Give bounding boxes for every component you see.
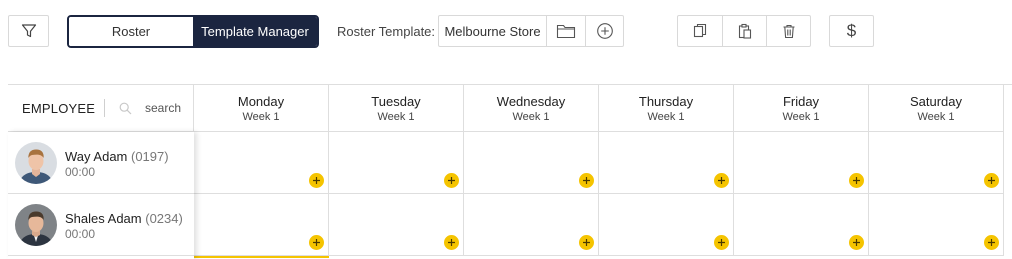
plus-icon xyxy=(988,177,995,184)
template-manager-tab[interactable]: Template Manager xyxy=(193,17,317,46)
shift-cell-tuesday[interactable] xyxy=(329,194,464,256)
shift-cell-friday[interactable] xyxy=(734,132,869,194)
shift-cell-tuesday[interactable] xyxy=(329,132,464,194)
plus-icon xyxy=(448,177,455,184)
add-shift-button[interactable] xyxy=(714,173,729,188)
day-name: Tuesday xyxy=(371,94,421,109)
day-header-monday: Monday Week 1 xyxy=(194,85,329,132)
employee-header: EMPLOYEE xyxy=(8,85,194,132)
employee-hours: 00:00 xyxy=(65,165,96,179)
plus-icon xyxy=(313,239,320,246)
shift-cell-thursday[interactable] xyxy=(599,132,734,194)
trash-icon xyxy=(783,24,794,39)
week-label: Week 1 xyxy=(647,111,685,123)
day-header-saturday: Saturday Week 1 xyxy=(869,85,1004,132)
add-shift-button[interactable] xyxy=(714,235,729,250)
plus-icon xyxy=(583,177,590,184)
search-input[interactable] xyxy=(145,101,193,115)
copy-icon xyxy=(693,23,707,38)
day-name: Saturday xyxy=(909,94,963,109)
employee-row[interactable]: Shales Adam (0234) 00:00 xyxy=(8,194,194,256)
open-template-button[interactable] xyxy=(547,16,585,46)
day-name: Wednesday xyxy=(496,94,566,109)
roster-grid: EMPLOYEE Monday Week 1 Tuesday Week 1 We… xyxy=(8,84,1012,259)
copy-button[interactable] xyxy=(678,16,722,46)
add-shift-button[interactable] xyxy=(984,173,999,188)
plus-icon xyxy=(718,239,725,246)
employee-name-text: Shales Adam xyxy=(65,211,142,226)
employee-column: Way Adam (0197) 00:00 Shales Adam (0234)… xyxy=(8,132,194,259)
plus-icon xyxy=(583,239,590,246)
employee-code: (0234) xyxy=(145,211,183,226)
filter-icon xyxy=(21,24,36,38)
week-label: Week 1 xyxy=(917,111,955,123)
week-label: Week 1 xyxy=(512,111,550,123)
delete-button[interactable] xyxy=(766,16,810,46)
add-shift-button[interactable] xyxy=(849,235,864,250)
add-shift-button[interactable] xyxy=(849,173,864,188)
day-header-thursday: Thursday Week 1 xyxy=(599,85,734,132)
employee-code: (0197) xyxy=(131,149,169,164)
day-header-wednesday: Wednesday Week 1 xyxy=(464,85,599,132)
cell-highlight xyxy=(194,256,329,258)
day-name: Thursday xyxy=(638,94,694,109)
view-toggle: Roster Template Manager xyxy=(67,15,319,48)
add-shift-button[interactable] xyxy=(444,235,459,250)
day-name: Friday xyxy=(782,94,820,109)
employee-name: Shales Adam (0234) xyxy=(65,211,183,226)
add-shift-button[interactable] xyxy=(444,173,459,188)
week-label: Week 1 xyxy=(242,111,280,123)
plus-icon xyxy=(853,239,860,246)
shift-cell-monday[interactable] xyxy=(194,194,329,256)
employee-search xyxy=(119,101,193,115)
add-circle-icon xyxy=(596,23,613,39)
roster-template-group: Melbourne Store xyxy=(438,15,624,47)
day-header-friday: Friday Week 1 xyxy=(734,85,869,132)
shift-cell-saturday[interactable] xyxy=(869,194,1004,256)
shift-cell-saturday[interactable] xyxy=(869,132,1004,194)
shift-cell-friday[interactable] xyxy=(734,194,869,256)
roster-template-select[interactable]: Melbourne Store xyxy=(439,16,547,46)
avatar xyxy=(15,204,57,246)
header-divider xyxy=(104,99,105,117)
roster-template-label: Roster Template: xyxy=(337,24,436,39)
cost-button[interactable]: $ xyxy=(829,15,874,47)
template-actions xyxy=(677,15,811,47)
add-shift-button[interactable] xyxy=(309,235,324,250)
add-template-button[interactable] xyxy=(585,16,623,46)
filter-button[interactable] xyxy=(8,15,49,47)
roster-tab[interactable]: Roster xyxy=(69,17,193,46)
employee-header-title: EMPLOYEE xyxy=(22,100,96,116)
paste-icon xyxy=(738,23,751,39)
shift-cell-thursday[interactable] xyxy=(599,194,734,256)
plus-icon xyxy=(313,177,320,184)
shift-cell-wednesday[interactable] xyxy=(464,132,599,194)
shift-cell-wednesday[interactable] xyxy=(464,194,599,256)
plus-icon xyxy=(718,177,725,184)
plus-icon xyxy=(853,177,860,184)
paste-button[interactable] xyxy=(722,16,766,46)
employee-row[interactable]: Way Adam (0197) 00:00 xyxy=(8,132,194,194)
add-shift-button[interactable] xyxy=(579,235,594,250)
search-icon xyxy=(119,102,132,114)
avatar xyxy=(15,142,57,184)
folder-icon xyxy=(556,24,576,39)
employee-name: Way Adam (0197) xyxy=(65,149,169,164)
employee-hours: 00:00 xyxy=(65,227,96,241)
employee-name-text: Way Adam xyxy=(65,149,128,164)
week-label: Week 1 xyxy=(377,111,415,123)
plus-icon xyxy=(988,239,995,246)
add-shift-button[interactable] xyxy=(984,235,999,250)
week-label: Week 1 xyxy=(782,111,820,123)
plus-icon xyxy=(448,239,455,246)
add-shift-button[interactable] xyxy=(309,173,324,188)
shift-cell-monday[interactable] xyxy=(194,132,329,194)
add-shift-button[interactable] xyxy=(579,173,594,188)
day-name: Monday xyxy=(237,94,285,109)
day-header-tuesday: Tuesday Week 1 xyxy=(329,85,464,132)
